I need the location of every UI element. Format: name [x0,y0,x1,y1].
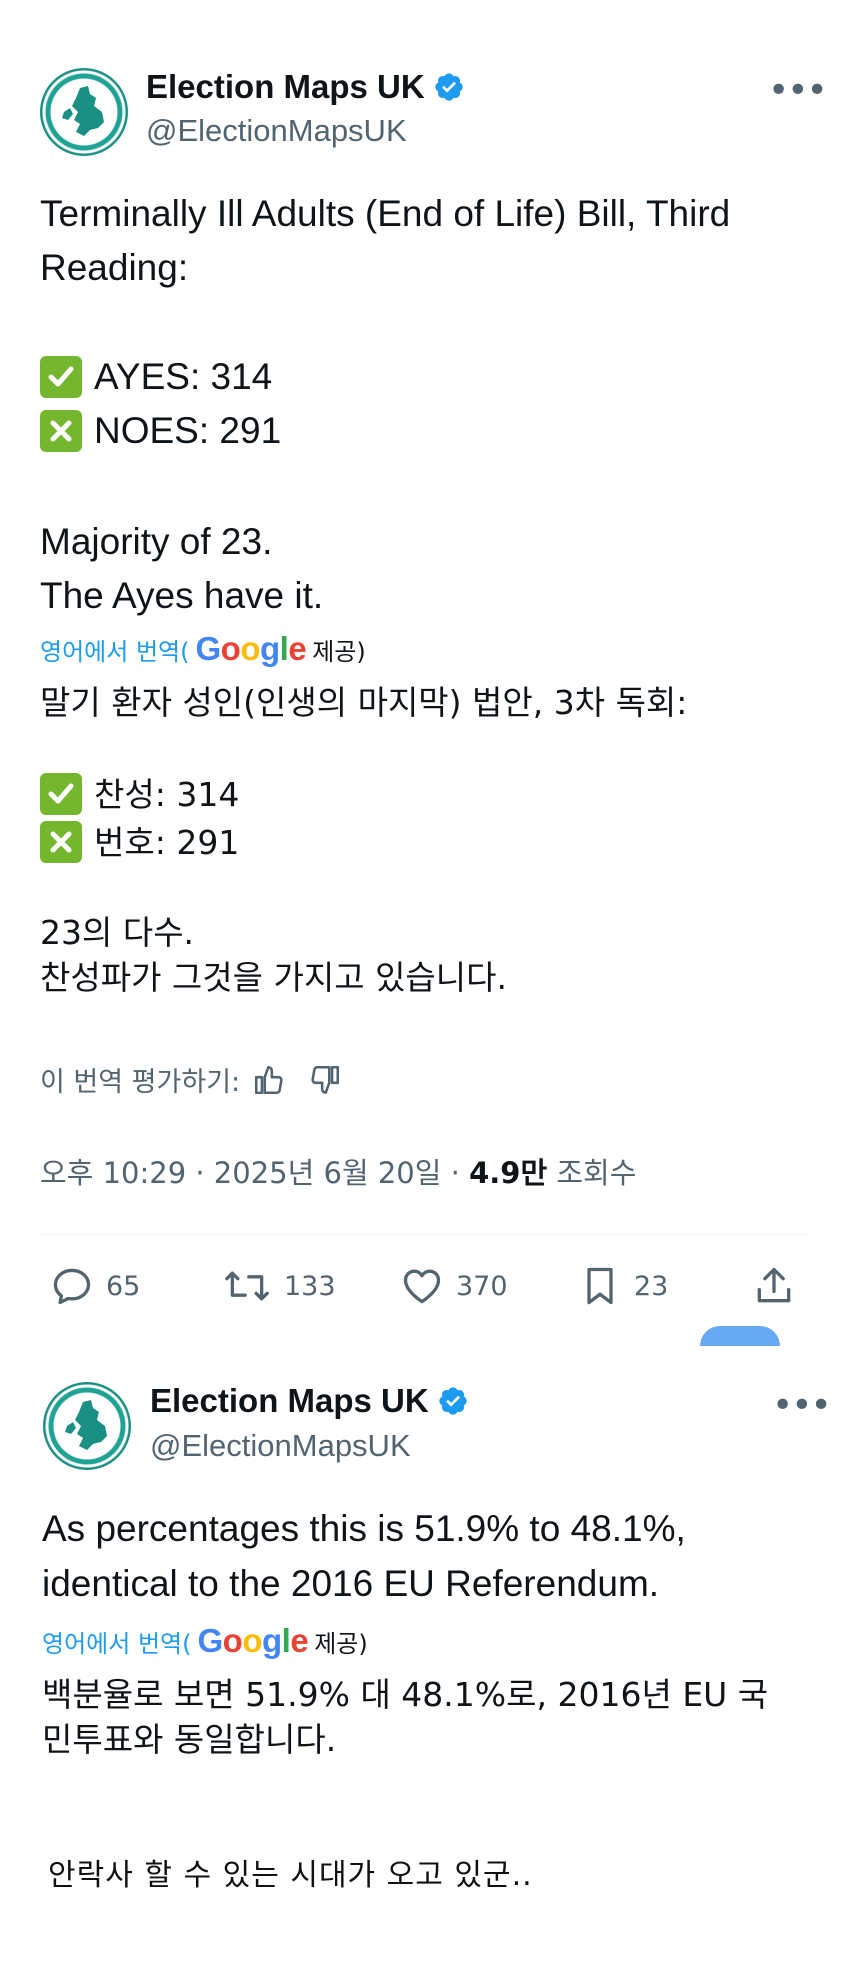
reply-button[interactable]: 65 [50,1264,140,1308]
ayes-line: AYES: 314 [40,350,272,404]
tweet-text-line: identical to the 2016 EU Referendum. [42,1563,660,1604]
author-name-text[interactable]: Election Maps UK [150,1382,429,1419]
like-count: 370 [456,1270,508,1302]
view-count: 4.9만 [469,1156,548,1190]
tweet-meta: 오후 10:29 · 2025년 6월 20일 · 4.9만 조회수 [40,1150,636,1192]
bookmark-button[interactable]: 23 [578,1264,668,1308]
tweet-text-line: Reading: [40,247,189,288]
check-mark-icon [40,356,82,398]
more-options-icon[interactable]: ••• [768,70,828,111]
tweet-text-line: As percentages this is 51.9% to 48.1%, [42,1508,686,1549]
reply-icon [53,1268,91,1305]
google-logo: Google [195,630,307,667]
noes-line: NOES: 291 [40,404,281,458]
translated-ayes-text: 찬성: 314 [94,774,240,814]
divider [40,1234,810,1235]
reply-count: 65 [106,1270,141,1302]
cross-mark-icon [40,410,82,452]
tweet-text-line: Majority of 23. [40,521,273,562]
like-button[interactable]: 370 [400,1264,508,1308]
bookmark-icon [587,1267,613,1305]
google-logo: Google [197,1622,309,1659]
translated-line: 23의 다수. [40,913,195,952]
translated-line: 찬성파가 그것을 가지고 있습니다. [40,958,507,997]
author-name[interactable]: Election Maps UK [150,1382,469,1420]
cross-mark-icon [40,821,82,863]
translate-link[interactable]: 영어에서 번역( [40,632,189,667]
avatar[interactable] [40,68,128,156]
author-name-text[interactable]: Election Maps UK [146,68,425,105]
share-button[interactable] [752,1264,808,1308]
tweet-text-line: The Ayes have it. [40,575,324,616]
uk-map-icon [62,86,104,136]
floating-button-peek[interactable] [700,1326,780,1346]
share-icon [757,1267,791,1303]
check-mark-icon [40,773,82,815]
translated-noes-text: 번호: 291 [94,822,240,862]
rate-translation-label: 이 번역 평가하기: [40,1067,241,1098]
thumbs-up-icon[interactable] [252,1063,286,1097]
uk-map-icon [65,1400,107,1450]
tweet-timestamp[interactable]: 오후 10:29 · 2025년 6월 20일 · [40,1156,469,1190]
translated-line: 말기 환자 성인(인생의 마지막) 법안, 3차 독회: [40,683,688,722]
verified-badge-icon [435,73,463,101]
avatar[interactable] [43,1382,131,1470]
rate-translation: 이 번역 평가하기: [40,1060,342,1099]
translated-ayes-line: 찬성: 314 [40,770,239,818]
ayes-text: AYES: 314 [94,356,273,397]
repost-icon [225,1271,269,1301]
tweet-text-line: Terminally Ill Adults (End of Life) Bill… [40,193,731,234]
translate-link[interactable]: 영어에서 번역( [42,1624,191,1659]
bookmark-count: 23 [634,1270,669,1302]
thumbs-down-icon[interactable] [308,1063,342,1097]
repost-count: 133 [284,1270,336,1302]
verified-badge-icon [439,1387,467,1415]
author-name[interactable]: Election Maps UK [146,68,465,106]
author-handle[interactable]: @ElectionMapsUK [146,113,407,149]
translated-line: 백분율로 보면 51.9% 대 48.1%로, 2016년 EU 국 [42,1675,769,1714]
translated-line: 민투표와 동일합니다. [42,1720,337,1759]
translation-attribution: 영어에서 번역( Google 제공) [42,1622,368,1660]
heart-icon [403,1269,441,1304]
user-comment: 안락사 할 수 있는 시대가 오고 있군.. [48,1858,533,1893]
noes-text: NOES: 291 [94,410,282,451]
repost-button[interactable]: 133 [222,1264,336,1308]
translate-provided: 제공) [312,637,366,666]
more-options-icon[interactable]: ••• [772,1385,832,1426]
view-count-label: 조회수 [547,1156,637,1190]
translated-noes-line: 번호: 291 [40,818,239,866]
author-handle[interactable]: @ElectionMapsUK [150,1428,411,1464]
translation-attribution: 영어에서 번역( Google 제공) [40,630,366,668]
translate-provided: 제공) [314,1629,368,1658]
